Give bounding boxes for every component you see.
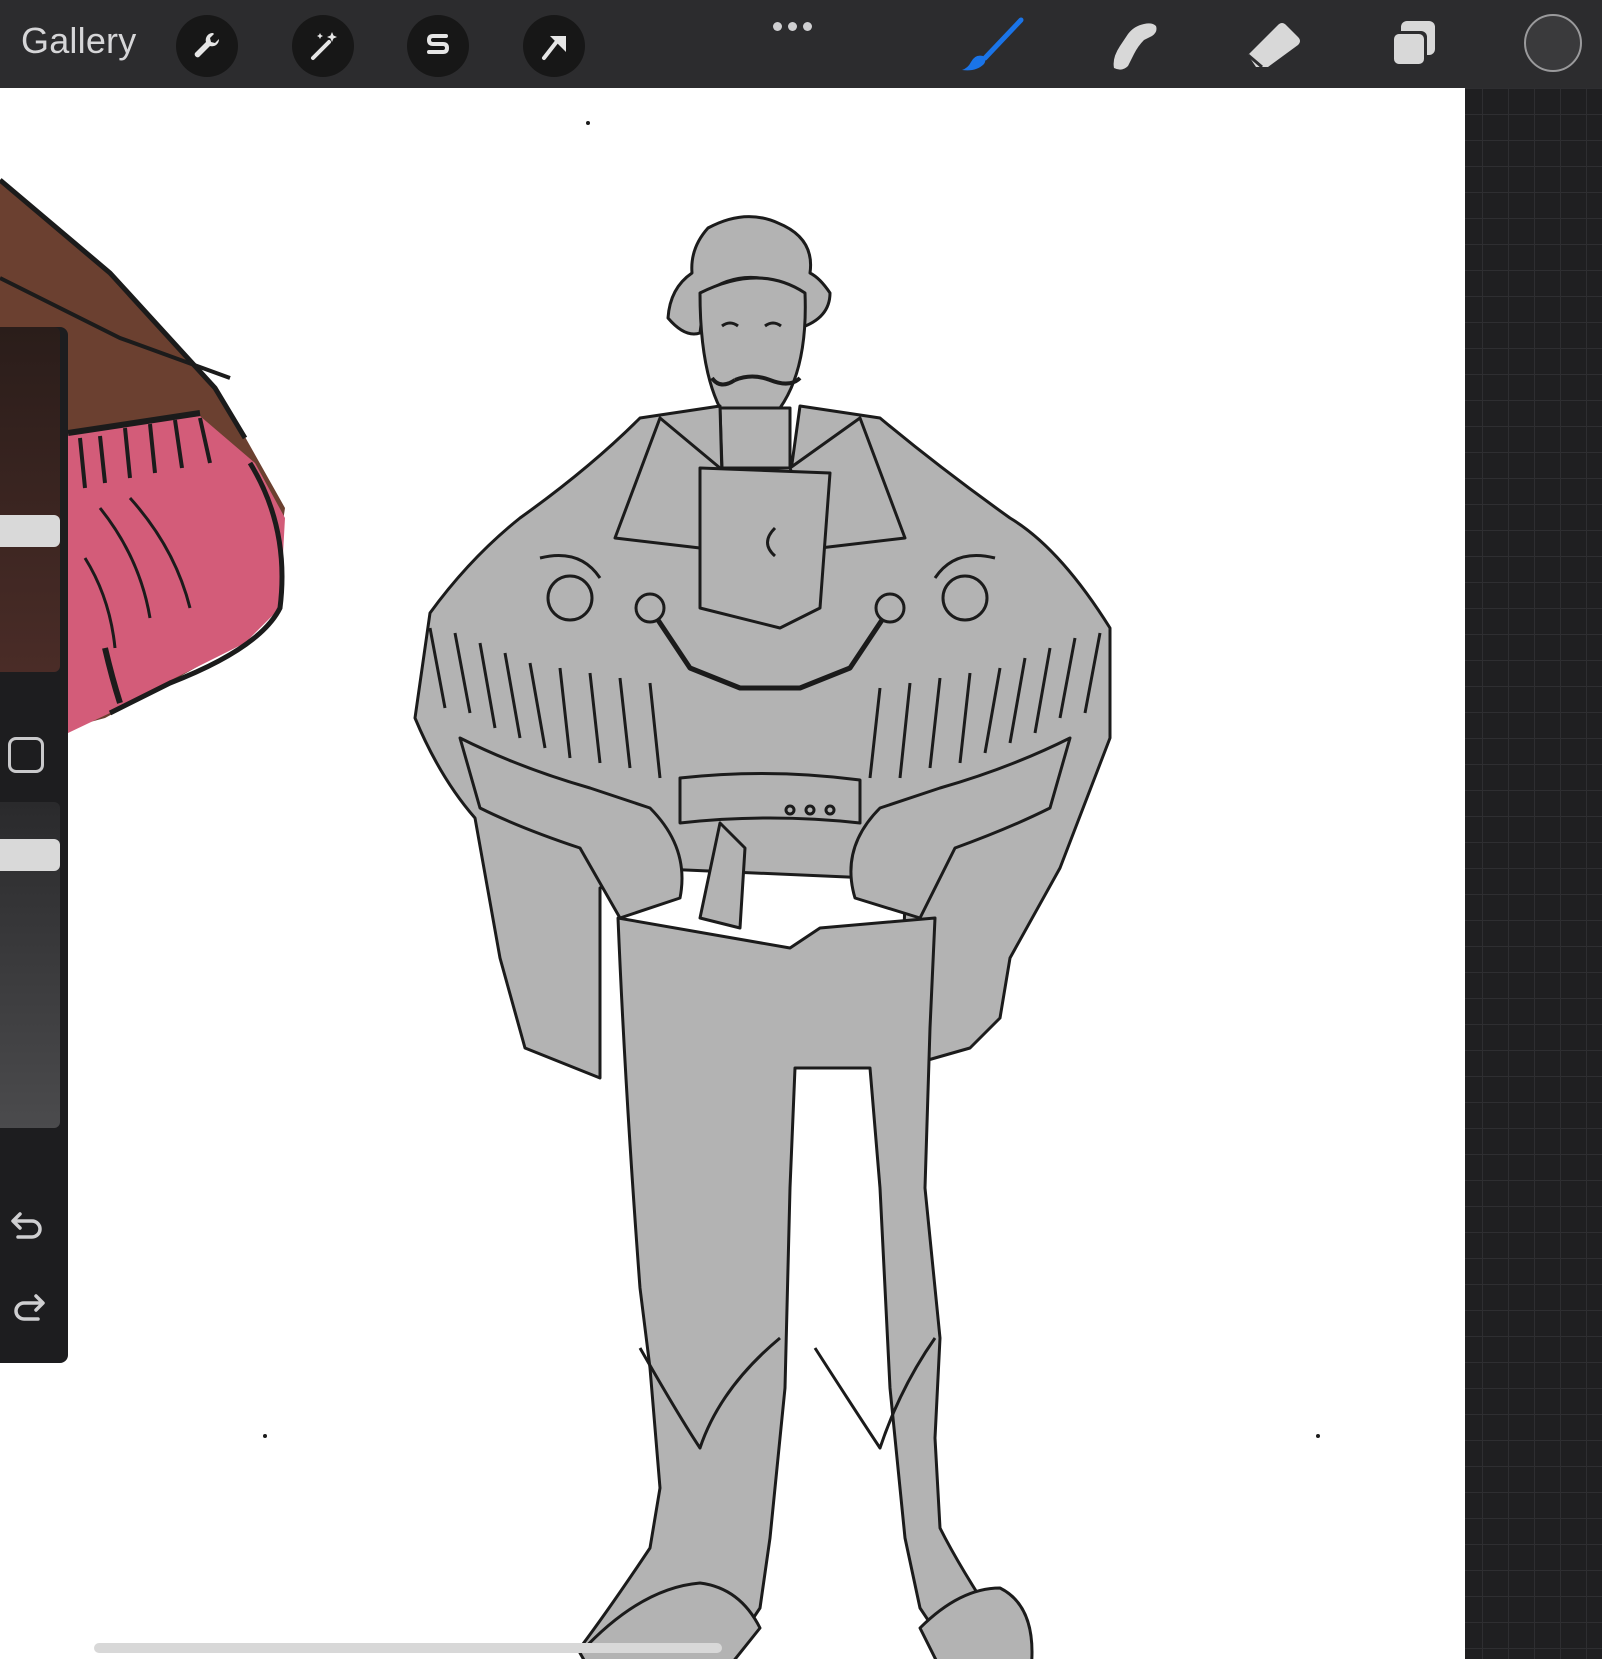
brush-tool-button[interactable] xyxy=(958,14,1030,76)
brush-icon xyxy=(962,17,1024,71)
transform-button[interactable] xyxy=(523,15,585,77)
undo-icon xyxy=(11,1212,42,1239)
color-picker-button[interactable] xyxy=(1524,14,1582,72)
smudge-tool-button[interactable] xyxy=(1098,14,1170,76)
eraser-tool-button[interactable] xyxy=(1238,14,1310,76)
gallery-button[interactable]: Gallery xyxy=(21,20,136,62)
magic-wand-icon xyxy=(311,32,337,60)
selection-s-icon xyxy=(426,34,450,54)
transform-arrow-icon xyxy=(542,36,566,60)
dot-icon xyxy=(787,21,797,31)
eraser-icon xyxy=(1247,23,1300,69)
redo-button[interactable] xyxy=(6,1287,50,1327)
artboard[interactable] xyxy=(0,88,1465,1659)
brush-size-slider[interactable] xyxy=(0,327,60,672)
adjustments-button[interactable] xyxy=(292,15,354,77)
dot-icon xyxy=(802,21,812,31)
stray-dot xyxy=(1316,1434,1320,1438)
more-menu-button[interactable] xyxy=(768,18,816,34)
actions-button[interactable] xyxy=(176,15,238,77)
smudge-icon xyxy=(1113,23,1157,70)
stray-dot xyxy=(586,121,590,125)
home-indicator[interactable] xyxy=(94,1643,722,1653)
redo-icon xyxy=(14,1294,45,1321)
stray-dot xyxy=(263,1434,267,1438)
dot-icon xyxy=(772,21,782,31)
selection-button[interactable] xyxy=(407,15,469,77)
wrench-icon xyxy=(194,32,220,58)
left-sidebar xyxy=(0,327,68,1363)
main-character-sketch xyxy=(413,215,1112,1659)
layers-button[interactable] xyxy=(1377,14,1449,76)
top-toolbar: Gallery xyxy=(0,0,1602,88)
layers-icon xyxy=(1391,21,1435,67)
modify-button[interactable] xyxy=(8,737,44,773)
opacity-knob[interactable] xyxy=(0,839,60,871)
brush-size-knob[interactable] xyxy=(0,515,60,547)
artwork-drawing xyxy=(0,121,1320,1659)
undo-button[interactable] xyxy=(6,1205,50,1245)
